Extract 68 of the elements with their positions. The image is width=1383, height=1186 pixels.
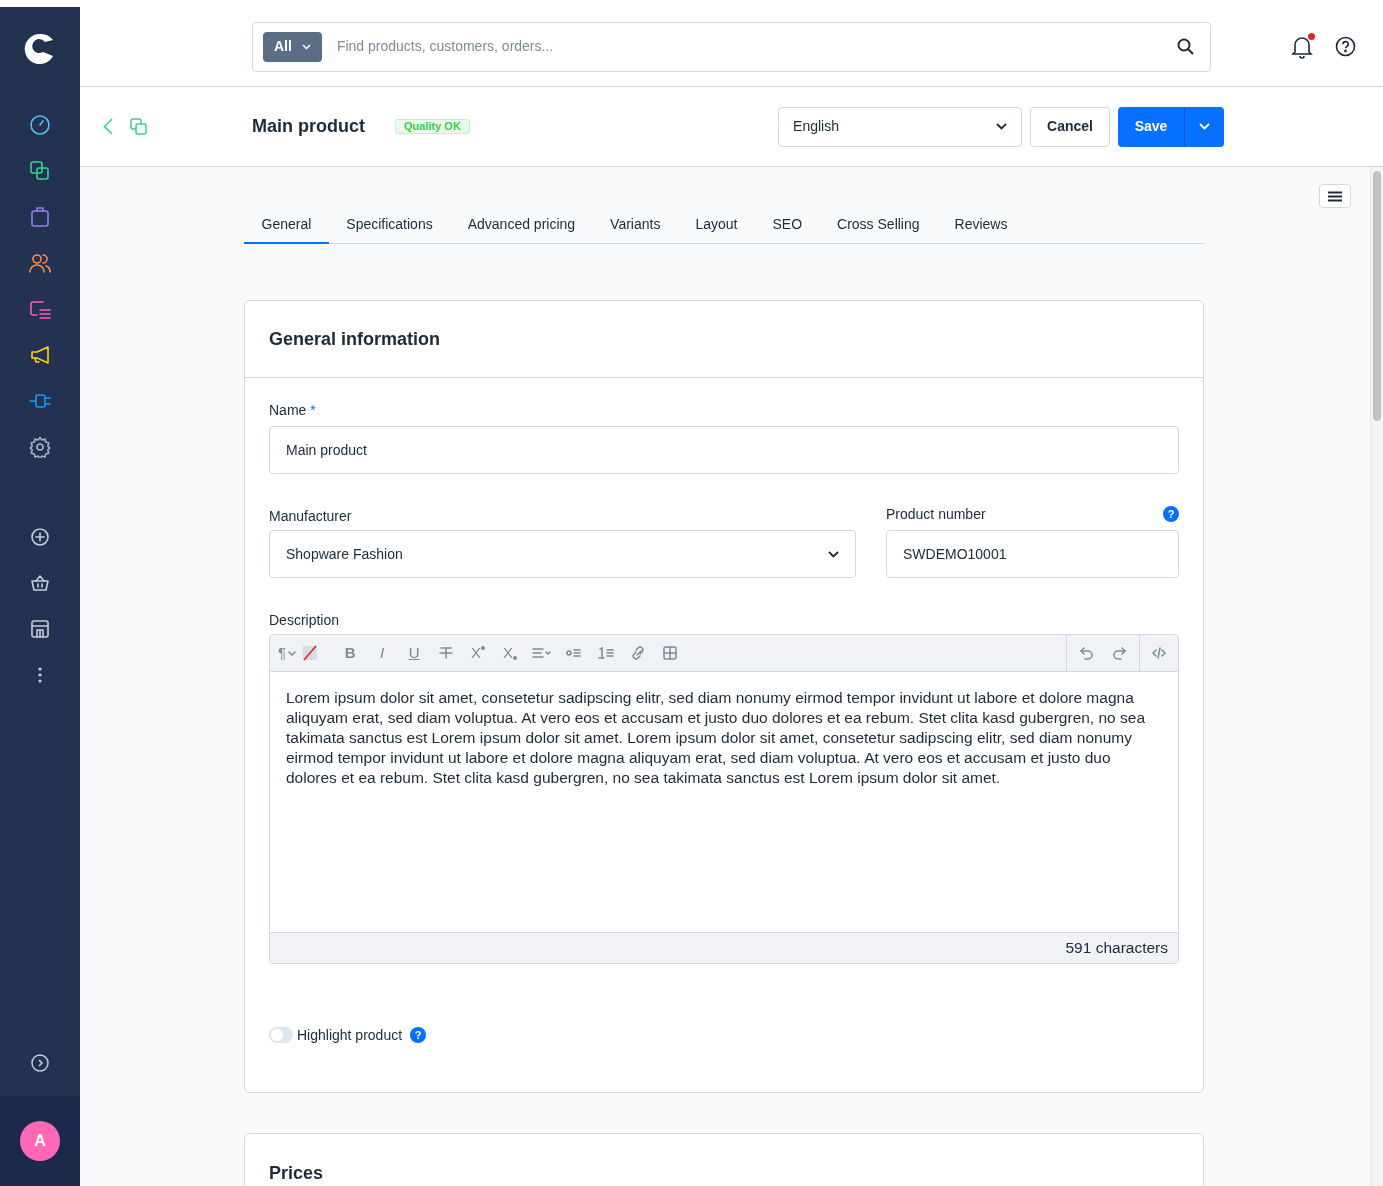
cancel-button[interactable]: Cancel (1030, 106, 1110, 147)
text-editor[interactable] (269, 634, 1179, 964)
tab[interactable]: Specifications (328, 207, 451, 244)
tab[interactable]: Cross Selling (819, 207, 938, 244)
code-icon (1152, 647, 1166, 659)
table-icon (662, 645, 679, 661)
superscript-dot-icon (481, 646, 486, 650)
users-icon[interactable] (29, 252, 51, 274)
product-number-field[interactable]: SWDEMO10001 (886, 530, 1179, 578)
chevron-down-icon (996, 123, 1008, 130)
required-mark: * (310, 400, 316, 420)
help-badge[interactable]: ? (410, 1027, 427, 1043)
field-label: Manufacturer (269, 507, 353, 522)
menu-icon (1328, 190, 1342, 202)
save-options-button[interactable] (1185, 106, 1224, 147)
scrollbar[interactable] (1370, 167, 1383, 1186)
storefront-icon[interactable] (29, 618, 51, 640)
field-label: Name (269, 400, 307, 420)
chevron-down-icon (1199, 123, 1210, 130)
strikethrough-icon (439, 646, 454, 660)
chevron-down-icon (828, 550, 839, 558)
copy-icon[interactable] (29, 160, 51, 182)
tab[interactable]: Variants (592, 207, 678, 244)
help-badge[interactable]: ? (1163, 506, 1179, 522)
tab[interactable]: Advanced pricing (450, 207, 593, 244)
dashboard-icon[interactable] (29, 114, 51, 136)
tab[interactable]: Reviews (937, 207, 1025, 244)
link-icon (630, 645, 647, 661)
description-text[interactable]: Lorem ipsum dolor sit amet, consetetur sadipscing elitr, sed diam nonumy eirmod tempor invidunt ut labore et dolore magna aliquyam erat, sed diam voluptua. At vero eos et accusam et justo duo dolores et ea rebum. Stet clita kasd gubergren, no sea takimata sanctus est Lorem ipsum dolor sit amet. Lorem ipsum dolor sit amet, consetetur sadipscing elitr, sed diam nonumy eirmod tempor invidunt ut labore et dolore magna aliquyam erat, sed diam voluptua. At vero eos et accusam et justo duo dolores et ea rebum. Stet clita kasd gubergren, no sea takimata sanctus est Lorem ipsum dolor sit amet. (270, 672, 1178, 932)
card-title: General information (269, 327, 441, 351)
chevron-down-icon (288, 650, 297, 656)
highlight-toggle[interactable] (269, 1027, 293, 1043)
settings-icon[interactable] (29, 436, 51, 458)
language-select[interactable]: English (778, 106, 1023, 147)
megaphone-icon[interactable] (29, 344, 51, 366)
undo-icon (1080, 646, 1094, 660)
field-value: SWDEMO10001 (903, 544, 1007, 564)
search-field[interactable]: All Find products, customers, orders... (252, 21, 1211, 72)
tab[interactable]: General (244, 207, 329, 244)
card-title: Prices (269, 1162, 325, 1185)
page-title: Main product (252, 115, 365, 138)
field-value: Main product (286, 440, 367, 460)
tab[interactable]: SEO (755, 207, 820, 244)
clear-format-icon (301, 644, 320, 662)
scope-dropdown[interactable]: All (263, 31, 322, 62)
save-button[interactable]: Save (1118, 106, 1185, 147)
bag-icon[interactable] (29, 206, 51, 228)
field-label: Product number (886, 504, 986, 524)
search-icon[interactable] (1177, 38, 1194, 55)
bell-icon[interactable] (1291, 34, 1313, 59)
redo-icon (1112, 646, 1126, 660)
help-icon[interactable] (1335, 36, 1356, 57)
align-icon (532, 647, 553, 659)
field-label: Description (269, 611, 341, 626)
manufacturer-select[interactable]: Shopware Fashion (269, 530, 856, 578)
tab[interactable]: Layout (677, 207, 755, 244)
subscript-dot-icon (513, 656, 518, 660)
chevron-down-icon (301, 43, 311, 50)
menu-button[interactable] (1319, 184, 1351, 208)
toggle-label: Highlight product (297, 1025, 403, 1045)
character-count: 591 characters (1065, 938, 1168, 959)
name-field[interactable]: Main product (269, 426, 1179, 474)
basket-icon[interactable] (29, 572, 51, 594)
numbered-list-icon (598, 645, 615, 661)
expand-icon[interactable] (31, 1054, 49, 1072)
list-icon[interactable] (29, 298, 51, 320)
status-badge: Quality OK (395, 119, 470, 134)
add-icon[interactable] (29, 526, 51, 548)
